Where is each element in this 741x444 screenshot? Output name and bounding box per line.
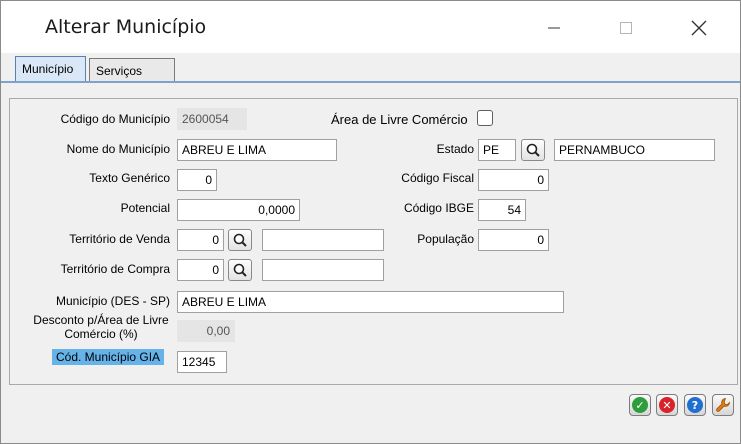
search-icon	[526, 143, 540, 157]
territorio-compra-lookup-button[interactable]	[228, 259, 252, 281]
search-icon	[233, 233, 247, 247]
codigo-ibge-label: Código IBGE	[403, 201, 474, 215]
wrench-icon	[716, 398, 730, 412]
minimize-icon	[548, 27, 560, 29]
close-icon	[691, 20, 707, 36]
territorio-venda-descricao-field	[262, 229, 384, 251]
municipio-des-sp-input[interactable]: ABREU E LIMA	[177, 291, 564, 313]
estado-label: Estado	[436, 142, 474, 156]
close-button[interactable]	[676, 11, 722, 45]
codigo-fiscal-label: Código Fiscal	[401, 171, 474, 185]
check-icon: ✓	[632, 397, 648, 413]
texto-generico-label: Texto Genérico	[89, 171, 170, 185]
minimize-button[interactable]	[531, 11, 577, 45]
municipio-des-sp-label: Município (DES - SP)	[55, 294, 170, 308]
maximize-icon	[620, 22, 632, 34]
tools-button[interactable]	[712, 394, 734, 416]
potencial-label: Potencial	[120, 201, 170, 215]
potencial-input[interactable]: 0,0000	[177, 199, 300, 221]
area-livre-comercio-label: Área de Livre Comércio	[331, 112, 468, 127]
territorio-compra-label: Território de Compra	[60, 262, 170, 276]
territorio-venda-input[interactable]: 0	[177, 229, 224, 251]
help-icon: ?	[687, 397, 703, 413]
territorio-compra-input[interactable]: 0	[177, 259, 224, 281]
dialog-window: Alterar Município Município Serviços Cód…	[0, 0, 741, 444]
title-bar: Alterar Município	[1, 1, 740, 53]
codigo-municipio-field: 2600054	[177, 108, 247, 130]
texto-generico-input[interactable]: 0	[177, 169, 217, 191]
codigo-fiscal-input[interactable]: 0	[478, 169, 549, 191]
window-title: Alterar Município	[45, 16, 207, 38]
estado-input[interactable]: PE	[478, 139, 516, 161]
desconto-field: 0,00	[177, 320, 235, 342]
maximize-button[interactable]	[603, 11, 649, 45]
confirm-button[interactable]: ✓	[629, 394, 651, 416]
codigo-ibge-input[interactable]: 54	[478, 199, 526, 221]
area-livre-comercio-checkbox[interactable]	[477, 110, 493, 126]
tab-servicos[interactable]: Serviços	[89, 58, 175, 82]
desconto-label: Desconto p/Área de Livre Comércio (%)	[33, 313, 169, 341]
codigo-municipio-label: Código do Município	[60, 112, 170, 126]
cod-municipio-gia-label: Cód. Município GIA	[52, 349, 165, 365]
territorio-venda-lookup-button[interactable]	[228, 229, 252, 251]
cod-municipio-gia-input[interactable]: 12345	[177, 351, 227, 373]
tab-municipio[interactable]: Município	[15, 56, 86, 82]
territorio-venda-label: Território de Venda	[69, 232, 170, 246]
tab-underline	[1, 81, 740, 83]
cancel-button[interactable]: ✕	[656, 394, 678, 416]
populacao-label: População	[417, 232, 474, 246]
territorio-compra-descricao-field	[262, 259, 384, 281]
nome-municipio-input[interactable]: ABREU E LIMA	[177, 139, 337, 161]
help-button[interactable]: ?	[684, 394, 706, 416]
search-icon	[233, 263, 247, 277]
nome-municipio-label: Nome do Município	[66, 142, 170, 156]
cancel-icon: ✕	[659, 397, 675, 413]
estado-lookup-button[interactable]	[521, 139, 545, 161]
populacao-input[interactable]: 0	[478, 229, 549, 251]
estado-nome-field: PERNAMBUCO	[554, 139, 715, 161]
